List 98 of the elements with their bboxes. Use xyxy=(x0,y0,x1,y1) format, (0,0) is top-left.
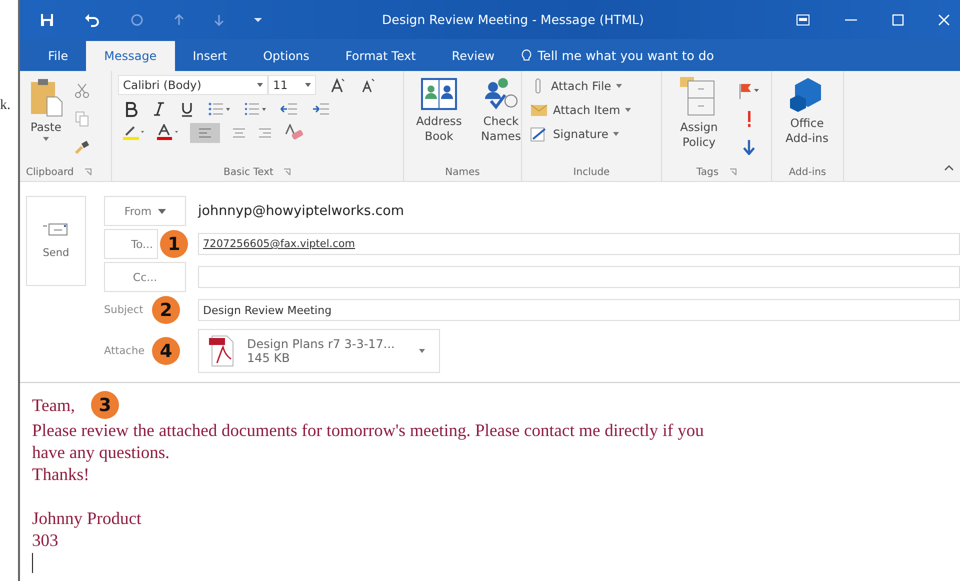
down-arrow-icon[interactable] xyxy=(214,14,224,26)
group-label: Clipboard xyxy=(26,166,74,178)
caret-icon[interactable] xyxy=(419,349,425,353)
people-check-icon xyxy=(483,76,519,111)
body-text: Team, xyxy=(32,394,75,416)
caret-icon xyxy=(158,208,166,214)
highlight-icon[interactable] xyxy=(122,124,144,142)
cc-button[interactable]: Cc... xyxy=(104,262,186,292)
ribbon-display-icon[interactable] xyxy=(796,14,810,26)
assign-policy-button[interactable]: Assign Policy xyxy=(668,74,730,163)
ribbon-tab[interactable]: Options xyxy=(245,40,328,71)
envelope-icon xyxy=(43,223,69,237)
format-painter-icon[interactable] xyxy=(74,138,90,155)
from-button[interactable]: From xyxy=(104,196,186,226)
group-label: Tags xyxy=(696,166,719,178)
align-right-icon[interactable] xyxy=(258,126,272,139)
group-label: Include xyxy=(573,166,610,178)
margin-text: k. xyxy=(0,98,10,114)
align-left-button[interactable] xyxy=(190,122,220,143)
pdf-file-icon xyxy=(209,335,235,367)
office-add-ins-button[interactable]: Office Add-ins xyxy=(778,74,836,163)
lightbulb-icon xyxy=(520,48,532,63)
ribbon-tab[interactable]: Review xyxy=(434,40,513,71)
undo-icon[interactable] xyxy=(84,12,100,27)
envelope-icon xyxy=(530,102,548,118)
body-text: Johnny Product xyxy=(32,507,142,529)
underline-icon[interactable] xyxy=(180,100,194,117)
body-text: Thanks! xyxy=(32,463,90,485)
caret-icon xyxy=(616,84,622,88)
tell-me-search[interactable]: Tell me what you want to do xyxy=(538,48,714,64)
group-label: Basic Text xyxy=(224,166,274,178)
annotation-badge: 1 xyxy=(160,230,188,258)
font-color-icon[interactable] xyxy=(156,124,178,142)
body-text: Please review the attached documents for tomorrow's meeting. Please contact me directly if you xyxy=(32,419,704,441)
annotation-badge: 4 xyxy=(152,337,180,365)
send-button[interactable]: Send xyxy=(26,196,86,286)
caret-icon xyxy=(43,136,49,141)
body-text: have any questions. xyxy=(32,441,170,463)
shrink-font-icon[interactable] xyxy=(360,76,376,93)
bullet-list-icon[interactable] xyxy=(208,102,230,116)
dialog-launcher-icon[interactable] xyxy=(728,168,737,176)
body-text: 303 xyxy=(32,529,58,551)
caret-icon xyxy=(625,108,632,112)
clipboard-icon xyxy=(29,76,63,117)
message-body[interactable]: Team, 3 Please review the attached documents for tomorrow's meeting. Please contact me directly if you have any questions. Thanks! Johnny Product 303 xyxy=(20,382,960,581)
include-menu-button[interactable]: Attach File xyxy=(528,74,655,97)
text-cursor xyxy=(32,553,33,573)
down-arrow-icon[interactable] xyxy=(742,139,756,156)
decrease-indent-icon[interactable] xyxy=(280,102,298,116)
annotation-badge: 2 xyxy=(152,296,180,324)
caret-icon xyxy=(257,82,263,87)
to-field[interactable]: 7207256605@fax.viptel.com xyxy=(198,233,960,255)
address-book-button[interactable]: Address Book xyxy=(410,74,468,163)
grow-font-icon[interactable] xyxy=(330,76,346,93)
from-address: johnnyp@howyiptelworks.com xyxy=(198,203,404,219)
group-label: Add-ins xyxy=(788,166,826,178)
clear-formatting-icon[interactable] xyxy=(284,124,304,142)
check-names-button[interactable]: Check Names xyxy=(472,74,530,163)
attachment-name: Design Plans r7 3-3-17... xyxy=(247,337,396,351)
center-icon[interactable] xyxy=(232,126,246,139)
collapse-ribbon-icon[interactable] xyxy=(944,165,954,171)
dialog-launcher-icon[interactable] xyxy=(84,168,92,176)
exclamation-icon[interactable] xyxy=(745,110,753,128)
subject-field[interactable]: Design Review Meeting xyxy=(198,299,960,321)
annotation-badge: 3 xyxy=(91,391,119,419)
align-left-icon xyxy=(198,126,212,139)
paste-button[interactable]: Paste xyxy=(26,74,66,163)
flag-icon[interactable] xyxy=(738,82,760,99)
dialog-launcher-icon[interactable] xyxy=(283,168,292,176)
window-title: Design Review Meeting - Message (HTML) xyxy=(382,12,645,28)
customize-caret-icon[interactable] xyxy=(254,16,262,23)
caret-icon xyxy=(305,82,311,87)
maximize-icon[interactable] xyxy=(892,14,904,26)
ribbon-tab[interactable]: Format Text xyxy=(327,40,434,71)
save-icon[interactable] xyxy=(40,12,54,27)
ribbon-tab[interactable]: Insert xyxy=(174,40,246,71)
attachment-chip[interactable]: Design Plans r7 3-3-17... 145 KB xyxy=(198,329,440,373)
address-book-icon xyxy=(421,76,457,111)
font-name-field[interactable]: Calibri (Body) xyxy=(118,74,268,95)
attached-label: Attache xyxy=(104,345,145,357)
bold-icon[interactable] xyxy=(124,100,138,117)
caret-icon xyxy=(613,132,620,136)
cc-field[interactable] xyxy=(198,266,960,288)
attachment-size: 145 KB xyxy=(247,351,291,365)
font-size-field[interactable]: 11 xyxy=(268,74,316,95)
numbered-list-icon[interactable] xyxy=(244,102,266,116)
ribbon-tab[interactable]: Message xyxy=(86,40,175,71)
ribbon-tab[interactable]: File xyxy=(30,40,86,71)
to-button[interactable]: To... xyxy=(104,229,158,259)
scissors-icon[interactable] xyxy=(74,82,90,99)
subject-label: Subject xyxy=(104,304,144,316)
italic-icon[interactable] xyxy=(152,100,166,117)
close-icon[interactable] xyxy=(938,14,950,26)
signature-icon xyxy=(530,126,548,142)
include-menu-button[interactable]: Attach Item xyxy=(528,98,655,121)
increase-indent-icon[interactable] xyxy=(312,102,330,116)
group-label: Names xyxy=(445,166,480,178)
include-menu-button[interactable]: Signature xyxy=(528,122,655,145)
